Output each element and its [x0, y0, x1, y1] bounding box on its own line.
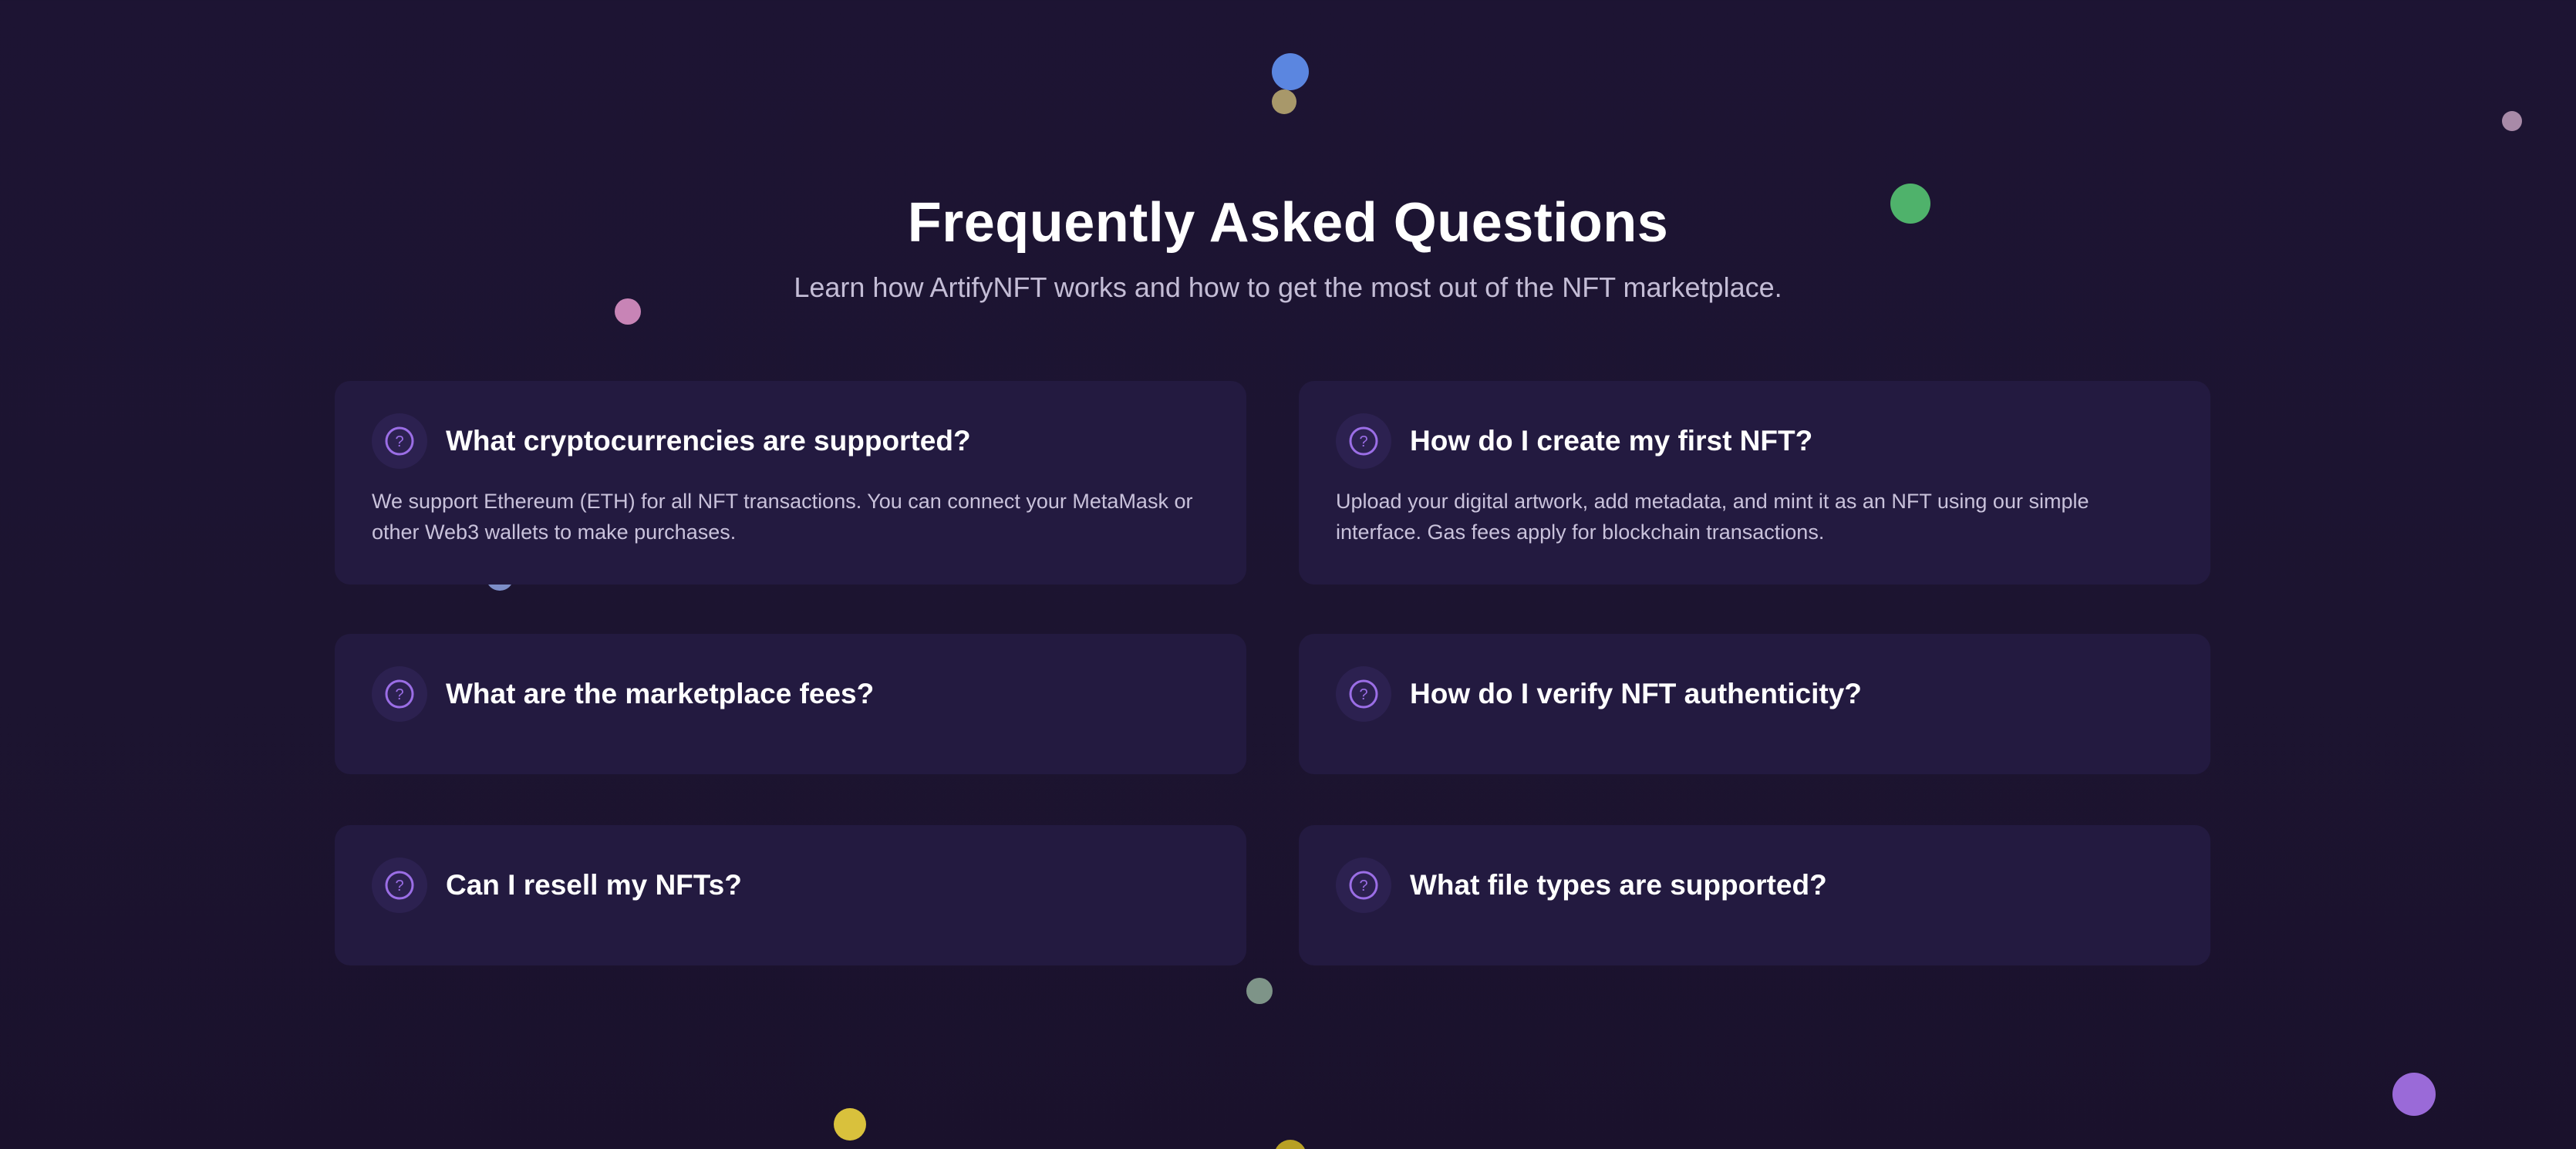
- faq-question: How do I create my first NFT?: [1410, 425, 1813, 457]
- faq-question: What file types are supported?: [1410, 869, 1827, 901]
- question-circle-icon: ?: [1336, 413, 1391, 469]
- faq-question-row[interactable]: ? What are the marketplace fees?: [372, 666, 1209, 722]
- decorative-dot: [1272, 53, 1309, 90]
- page-subtitle: Learn how ArtifyNFT works and how to get…: [794, 271, 1782, 304]
- page-title: Frequently Asked Questions: [907, 192, 1669, 254]
- svg-text:?: ?: [395, 878, 403, 895]
- faq-question-row[interactable]: ? How do I verify NFT authenticity?: [1336, 666, 2173, 722]
- faq-question-row[interactable]: ? Can I resell my NFTs?: [372, 858, 1209, 913]
- decorative-dot: [1272, 89, 1296, 114]
- decorative-dot: [1246, 978, 1273, 1004]
- decorative-dot: [834, 1108, 866, 1141]
- svg-text:?: ?: [1359, 686, 1367, 703]
- faq-item[interactable]: ? What file types are supported?: [1299, 825, 2210, 965]
- decorative-dot: [2392, 1073, 2436, 1116]
- faq-header: Frequently Asked Questions Learn how Art…: [0, 192, 2576, 304]
- svg-text:?: ?: [395, 686, 403, 703]
- faq-item[interactable]: ? How do I verify NFT authenticity?: [1299, 634, 2210, 774]
- question-circle-icon: ?: [372, 858, 427, 913]
- faq-question-row[interactable]: ? How do I create my first NFT?: [1336, 413, 2173, 469]
- faq-question-row[interactable]: ? What cryptocurrencies are supported?: [372, 413, 1209, 469]
- faq-item[interactable]: ? What are the marketplace fees?: [335, 634, 1246, 774]
- faq-question-row[interactable]: ? What file types are supported?: [1336, 858, 2173, 913]
- decorative-dot: [1274, 1140, 1307, 1149]
- faq-question: What are the marketplace fees?: [446, 678, 875, 709]
- question-circle-icon: ?: [1336, 858, 1391, 913]
- faq-question: How do I verify NFT authenticity?: [1410, 678, 1862, 709]
- faq-answer: We support Ethereum (ETH) for all NFT tr…: [372, 490, 1193, 544]
- faq-item[interactable]: ? What cryptocurrencies are supported? W…: [335, 381, 1246, 585]
- question-circle-icon: ?: [372, 413, 427, 469]
- svg-text:?: ?: [395, 433, 403, 450]
- faq-item[interactable]: ? How do I create my first NFT? Upload y…: [1299, 381, 2210, 585]
- faq-item[interactable]: ? Can I resell my NFTs?: [335, 825, 1246, 965]
- svg-text:?: ?: [1359, 433, 1367, 450]
- question-circle-icon: ?: [372, 666, 427, 722]
- faq-answer: Upload your digital artwork, add metadat…: [1336, 490, 2089, 544]
- faq-question: What cryptocurrencies are supported?: [446, 425, 971, 457]
- decorative-dot: [2502, 111, 2522, 131]
- svg-text:?: ?: [1359, 878, 1367, 895]
- question-circle-icon: ?: [1336, 666, 1391, 722]
- faq-question: Can I resell my NFTs?: [446, 869, 742, 901]
